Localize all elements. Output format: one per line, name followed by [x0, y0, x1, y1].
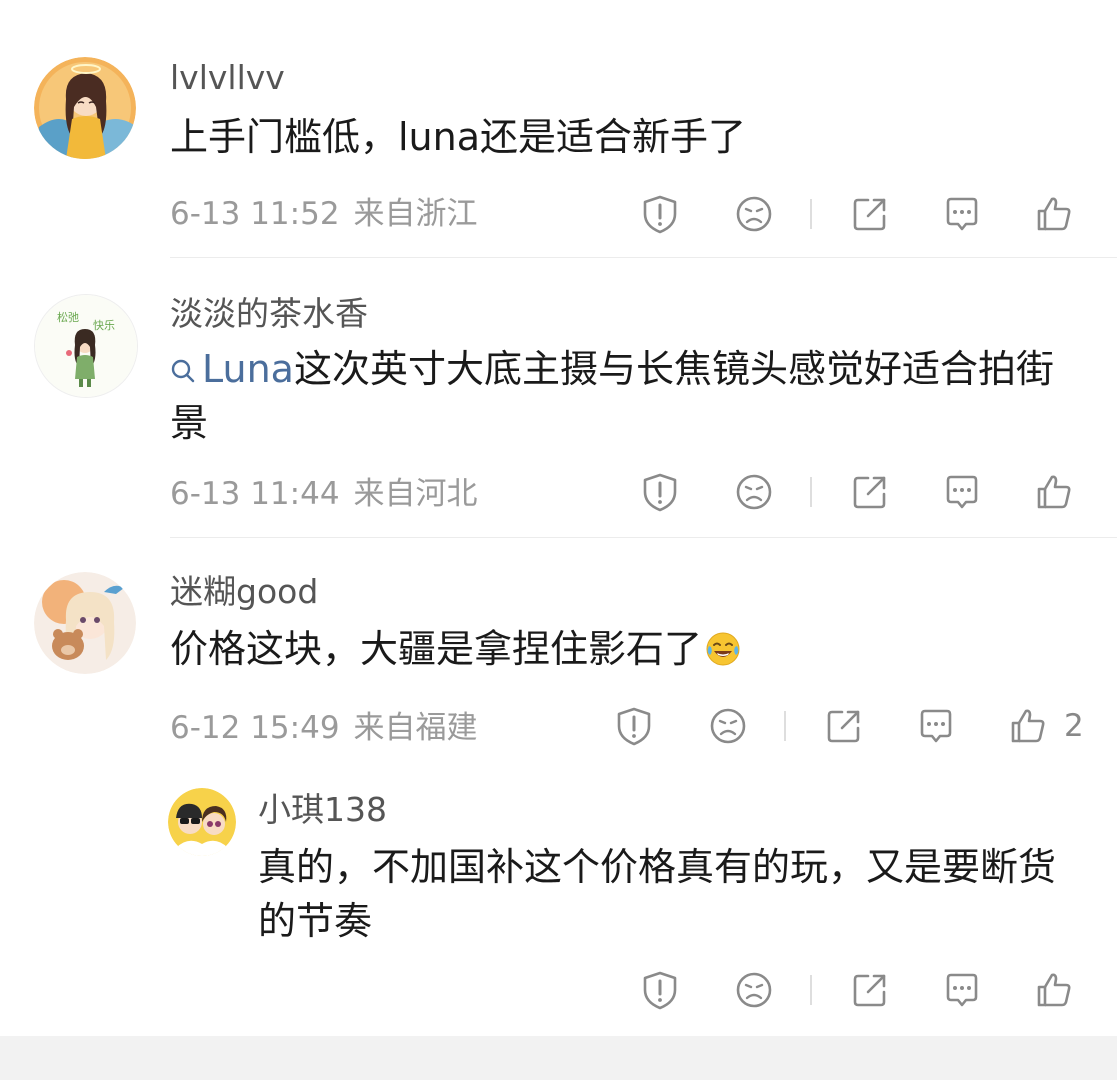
avatar[interactable]	[34, 572, 136, 674]
share-button[interactable]	[848, 192, 892, 236]
frown-face-icon	[736, 196, 772, 232]
comment-list: lvlvllvv 上手门槛低，luna还是适合新手了 6-13 11:52 来自浙…	[0, 0, 1117, 1080]
share-icon	[827, 710, 860, 743]
comment-time: 6-12 15:49	[170, 710, 340, 746]
comment-time: 6-13 11:44	[170, 476, 340, 512]
action-separator	[784, 711, 786, 741]
comment-username[interactable]: lvlvllvv	[170, 58, 285, 98]
comment-time: 6-13 11:52	[170, 196, 340, 232]
share-button[interactable]	[822, 704, 866, 748]
avatar[interactable]	[34, 57, 136, 159]
like-button[interactable]	[1006, 704, 1050, 748]
share-icon	[853, 476, 886, 509]
action-separator	[810, 975, 812, 1005]
comment-location: 来自浙江	[353, 196, 478, 232]
comment-content: 上手门槛低，luna还是适合新手了	[170, 115, 747, 159]
comment-button[interactable]	[940, 968, 984, 1012]
share-button[interactable]	[848, 470, 892, 514]
like-button[interactable]	[1032, 470, 1076, 514]
comment-icon	[946, 475, 978, 509]
comment-item: lvlvllvv 上手门槛低，luna还是适合新手了 6-13 11:52 来自浙…	[0, 0, 1117, 258]
thumbs-up-icon	[1011, 709, 1045, 743]
search-icon	[171, 359, 195, 383]
frown-face-icon	[736, 474, 772, 510]
comment-item: 松弛 快乐 淡淡的茶水香 Luna这次英寸大底主摄与长焦镜头感觉好适合拍街景 6…	[0, 258, 1117, 538]
comment-actions: 2	[612, 704, 1102, 748]
thumbs-up-icon	[1037, 197, 1071, 231]
comment-meta: 6-13 11:52 来自浙江	[170, 194, 478, 234]
laugh-cry-emoji	[706, 632, 740, 666]
dislike-button[interactable]	[732, 470, 776, 514]
frown-face-icon	[710, 708, 746, 744]
comment-location: 来自福建	[353, 710, 478, 746]
dislike-button[interactable]	[706, 704, 750, 748]
bottom-bar	[0, 1036, 1117, 1080]
report-button[interactable]	[638, 470, 682, 514]
comment-text: 价格这块，大疆是拿捏住影石了	[170, 627, 703, 671]
shield-alert-icon	[643, 971, 677, 1010]
comment-content: Luna这次英寸大底主摄与长焦镜头感觉好适合拍街景	[170, 342, 1090, 450]
comment-meta: 6-12 15:49 来自福建	[170, 708, 478, 748]
report-button[interactable]	[638, 192, 682, 236]
comment-button[interactable]	[940, 192, 984, 236]
svg-text:松弛: 松弛	[57, 310, 79, 324]
svg-text:快乐: 快乐	[93, 319, 115, 332]
shield-alert-icon	[643, 195, 677, 234]
comment-actions	[638, 192, 1088, 236]
reply-actions	[638, 968, 1088, 1012]
comment-button[interactable]	[914, 704, 958, 748]
dislike-button[interactable]	[732, 968, 776, 1012]
avatar[interactable]: 松弛 快乐	[34, 294, 138, 398]
action-separator	[810, 199, 812, 229]
comment-username[interactable]: 迷糊good	[170, 572, 318, 612]
reply-username[interactable]: 小琪138	[258, 790, 387, 830]
action-separator	[810, 477, 812, 507]
like-button[interactable]	[1032, 968, 1076, 1012]
reply-avatar[interactable]	[168, 788, 236, 856]
share-icon	[853, 974, 886, 1007]
share-button[interactable]	[848, 968, 892, 1012]
comment-location: 来自河北	[353, 476, 478, 512]
comment-button[interactable]	[940, 470, 984, 514]
frown-face-icon	[736, 972, 772, 1008]
share-icon	[853, 198, 886, 231]
thumbs-up-icon	[1037, 973, 1071, 1007]
comment-icon	[946, 973, 978, 1007]
like-count: 2	[1064, 708, 1084, 744]
topic-link[interactable]: Luna	[170, 347, 294, 391]
reply-content: 真的，不加国补这个价格真有的玩，又是要断货的节奏	[258, 845, 1057, 943]
comment-item: 迷糊good 价格这块，大疆是拿捏住影石了 6-12 15:49 来自福建 2 …	[0, 538, 1117, 1036]
report-button[interactable]	[638, 968, 682, 1012]
report-button[interactable]	[612, 704, 656, 748]
comment-username[interactable]: 淡淡的茶水香	[170, 294, 368, 334]
thumbs-up-icon	[1037, 475, 1071, 509]
comment-actions	[638, 470, 1088, 514]
shield-alert-icon	[617, 707, 651, 746]
dislike-button[interactable]	[732, 192, 776, 236]
comment-content: 价格这块，大疆是拿捏住影石了	[170, 622, 1090, 676]
comment-text: 这次英寸大底主摄与长焦镜头感觉好适合拍街景	[170, 347, 1054, 445]
comment-icon	[920, 709, 952, 743]
shield-alert-icon	[643, 473, 677, 512]
comment-icon	[946, 197, 978, 231]
topic-link-label: Luna	[202, 347, 294, 391]
like-button[interactable]	[1032, 192, 1076, 236]
comment-meta: 6-13 11:44 来自河北	[170, 474, 478, 514]
